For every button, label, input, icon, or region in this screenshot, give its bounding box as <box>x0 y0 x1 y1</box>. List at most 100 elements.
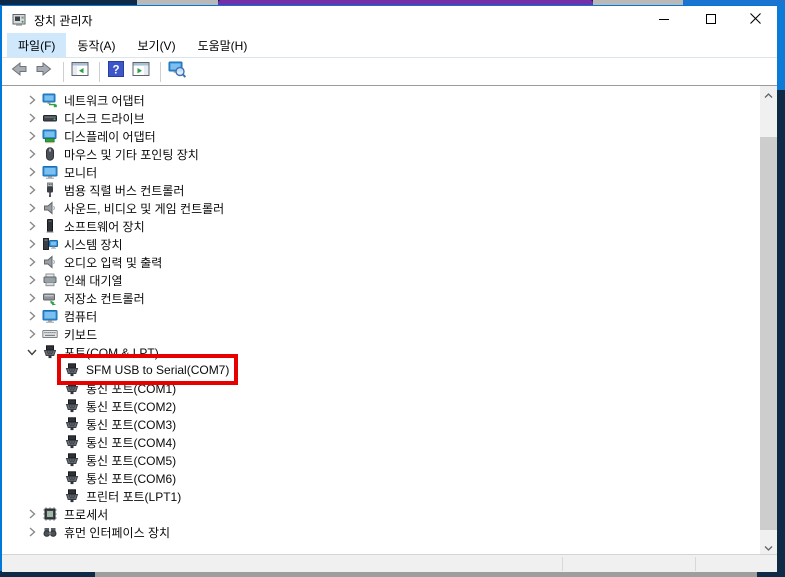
status-bar-divider <box>562 557 563 571</box>
forward-button[interactable] <box>33 61 55 83</box>
tree-item-com4[interactable]: 통신 포트(COM4) <box>2 433 760 451</box>
back-arrow-icon <box>9 59 29 84</box>
serial-port-icon <box>64 380 80 396</box>
device-tree: 네트워크 어댑터 디스크 드라이브 디스플레이 어댑터마우스 및 기타 포인팅 장치… <box>2 91 760 541</box>
chevron-right-icon[interactable] <box>24 272 40 288</box>
menu-item-view[interactable]: 보기(V) <box>126 33 186 57</box>
tree-item-com3[interactable]: 통신 포트(COM3) <box>2 415 760 433</box>
tree-item-label: 프린터 포트(LPT1) <box>86 489 182 504</box>
toolbar: ? <box>2 57 777 85</box>
tree-item-label: 휴먼 인터페이스 장치 <box>64 525 171 540</box>
tree-item-com6[interactable]: 통신 포트(COM6) <box>2 469 760 487</box>
chevron-right-icon[interactable] <box>24 146 40 162</box>
status-bar-divider <box>695 557 696 571</box>
serial-port-icon <box>64 434 80 450</box>
scan-hardware-icon <box>167 59 187 84</box>
tree-item-label: 마우스 및 기타 포인팅 장치 <box>64 147 199 162</box>
tree-item-com5[interactable]: 통신 포트(COM5) <box>2 451 760 469</box>
serial-port-icon <box>42 344 58 360</box>
chevron-right-icon[interactable] <box>24 92 40 108</box>
scroll-down-button[interactable] <box>760 538 777 554</box>
chevron-right-icon[interactable] <box>24 326 40 342</box>
help-icon: ? <box>106 59 126 84</box>
action-pane-button[interactable] <box>130 61 152 83</box>
tree-item-display-adapters[interactable]: 디스플레이 어댑터 <box>2 127 760 145</box>
chevron-right-icon[interactable] <box>24 524 40 540</box>
tree-item-human-interface-devices[interactable]: 휴먼 인터페이스 장치 <box>2 523 760 541</box>
chevron-right-icon[interactable] <box>24 506 40 522</box>
scan-hardware-button[interactable] <box>166 61 188 83</box>
serial-port-icon <box>64 452 80 468</box>
maximize-button[interactable] <box>687 6 734 33</box>
tree-item-label: 통신 포트(COM4) <box>86 435 177 450</box>
scrollbar-thumb[interactable] <box>760 137 777 530</box>
tree-item-com2[interactable]: 통신 포트(COM2) <box>2 397 760 415</box>
storage-icon <box>42 290 58 306</box>
chevron-right-icon[interactable] <box>24 236 40 252</box>
tree-item-mice-pointing-devices[interactable]: 마우스 및 기타 포인팅 장치 <box>2 145 760 163</box>
hid-icon <box>42 524 58 540</box>
network-adapter-icon <box>42 92 58 108</box>
close-button[interactable] <box>734 6 777 33</box>
action-pane-icon <box>131 59 151 84</box>
tree-item-label: 통신 포트(COM2) <box>86 399 177 414</box>
tree-item-sfm-usb-to-serial-com7[interactable]: SFM USB to Serial(COM7) <box>2 361 760 379</box>
tree-item-system-devices[interactable]: 시스템 장치 <box>2 235 760 253</box>
scroll-up-button[interactable] <box>760 86 777 103</box>
tree-item-label: 포트(COM & LPT) <box>64 345 159 360</box>
tree-item-com1[interactable]: 통신 포트(COM1) <box>2 379 760 397</box>
chevron-right-icon[interactable] <box>24 218 40 234</box>
device-tree-panel: 네트워크 어댑터 디스크 드라이브 디스플레이 어댑터마우스 및 기타 포인팅 장치… <box>2 85 777 554</box>
tree-item-storage-controllers[interactable]: 저장소 컨트롤러 <box>2 289 760 307</box>
chevron-right-icon[interactable] <box>24 110 40 126</box>
chevron-right-icon[interactable] <box>24 254 40 270</box>
tree-item-keyboards[interactable]: 키보드 <box>2 325 760 343</box>
computer-icon <box>42 308 58 324</box>
maximize-icon <box>705 11 716 29</box>
chevron-right-icon[interactable] <box>24 182 40 198</box>
console-tree-button[interactable] <box>69 61 91 83</box>
tree-item-network-adapters[interactable]: 네트워크 어댑터 <box>2 91 760 109</box>
keyboard-icon <box>42 326 58 342</box>
tree-item-label: 키보드 <box>64 327 98 342</box>
chevron-right-icon[interactable] <box>24 128 40 144</box>
back-button[interactable] <box>8 61 30 83</box>
chevron-right-icon[interactable] <box>24 200 40 216</box>
tree-item-label: 모니터 <box>64 165 98 180</box>
menu-item-file[interactable]: 파일(F) <box>7 33 67 57</box>
chevron-down-icon[interactable] <box>24 344 40 360</box>
tree-item-ports-com-lpt[interactable]: 포트(COM & LPT) <box>2 343 760 361</box>
tree-item-label: 오디오 입력 및 출력 <box>64 255 163 270</box>
menu-item-label: 보기(V) <box>137 38 176 53</box>
tree-item-audio-inputs-outputs[interactable]: 오디오 입력 및 출력 <box>2 253 760 271</box>
tree-item-monitors[interactable]: 모니터 <box>2 163 760 181</box>
monitor-icon <box>42 164 58 180</box>
svg-text:?: ? <box>112 65 119 77</box>
status-bar <box>2 554 777 572</box>
tree-item-sound-video-game-controllers[interactable]: 사운드, 비디오 및 게임 컨트롤러 <box>2 199 760 217</box>
minimize-button[interactable] <box>640 6 687 33</box>
chevron-down-icon <box>764 538 773 555</box>
mouse-icon <box>42 146 58 162</box>
tree-item-usb-controllers[interactable]: 범용 직렬 버스 컨트롤러 <box>2 181 760 199</box>
toolbar-separator <box>160 61 161 82</box>
tree-item-computer[interactable]: 컴퓨터 <box>2 307 760 325</box>
tree-item-lpt1[interactable]: 프린터 포트(LPT1) <box>2 487 760 505</box>
chevron-right-icon[interactable] <box>24 308 40 324</box>
tree-item-software-devices[interactable]: 소프트웨어 장치 <box>2 217 760 235</box>
system-device-icon <box>42 236 58 252</box>
menu-bar: 파일(F) 동작(A) 보기(V) 도움말(H) <box>2 33 777 57</box>
chevron-right-icon[interactable] <box>24 290 40 306</box>
tree-item-print-queues[interactable]: 인쇄 대기열 <box>2 271 760 289</box>
close-icon <box>750 11 761 29</box>
toolbar-separator <box>99 61 100 82</box>
menu-item-action[interactable]: 동작(A) <box>66 33 126 57</box>
speaker-icon <box>42 254 58 270</box>
tree-item-label: 통신 포트(COM5) <box>86 453 177 468</box>
chevron-right-icon[interactable] <box>24 164 40 180</box>
tree-item-disk-drives[interactable]: 디스크 드라이브 <box>2 109 760 127</box>
help-button[interactable]: ? <box>105 61 127 83</box>
menu-item-help[interactable]: 도움말(H) <box>187 33 259 57</box>
tree-item-processors[interactable]: 프로세서 <box>2 505 760 523</box>
vertical-scrollbar[interactable] <box>760 86 777 554</box>
